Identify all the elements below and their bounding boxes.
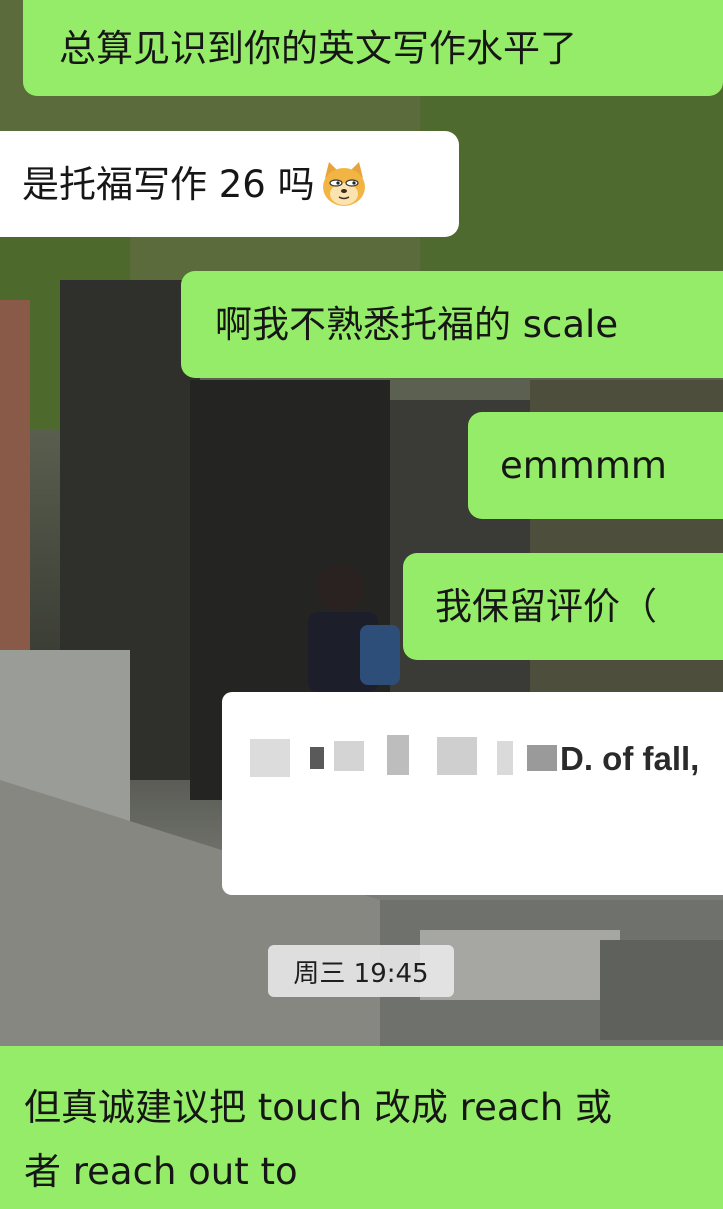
message-bubble-outgoing[interactable]: 总算见识到你的英文写作水平了 bbox=[23, 0, 723, 96]
message-bubble-outgoing[interactable]: emmmm bbox=[468, 412, 723, 519]
timestamp-text: 周三 19:45 bbox=[293, 958, 429, 989]
message-text: 总算见识到你的英文写作水平了 bbox=[59, 26, 577, 70]
message-timestamp: 周三 19:45 bbox=[268, 945, 454, 997]
image-message[interactable]: D. of fall, bbox=[222, 692, 723, 895]
message-bubble-outgoing[interactable]: 啊我不熟悉托福的 scale bbox=[181, 271, 723, 378]
message-text: 啊我不熟悉托福的 scale bbox=[215, 303, 619, 346]
doge-emoji-icon bbox=[322, 162, 365, 206]
message-bubble-outgoing[interactable]: 但真诚建议把 touch 改成 reach 或 者 reach out to bbox=[0, 1046, 723, 1209]
message-bubble-outgoing[interactable]: 我保留评价（ bbox=[403, 553, 723, 660]
message-text: 我保留评价（ bbox=[435, 585, 657, 628]
message-text-line-1: 但真诚建议把 touch 改成 reach 或 bbox=[24, 1086, 613, 1129]
message-text: 是托福写作 26 吗 bbox=[22, 162, 315, 206]
message-text-line-2: 者 reach out to bbox=[24, 1150, 298, 1193]
message-text: emmmm bbox=[500, 444, 667, 487]
image-visible-text: D. of fall, bbox=[560, 740, 700, 777]
message-bubble-incoming[interactable]: 是托福写作 26 吗 bbox=[0, 131, 459, 237]
